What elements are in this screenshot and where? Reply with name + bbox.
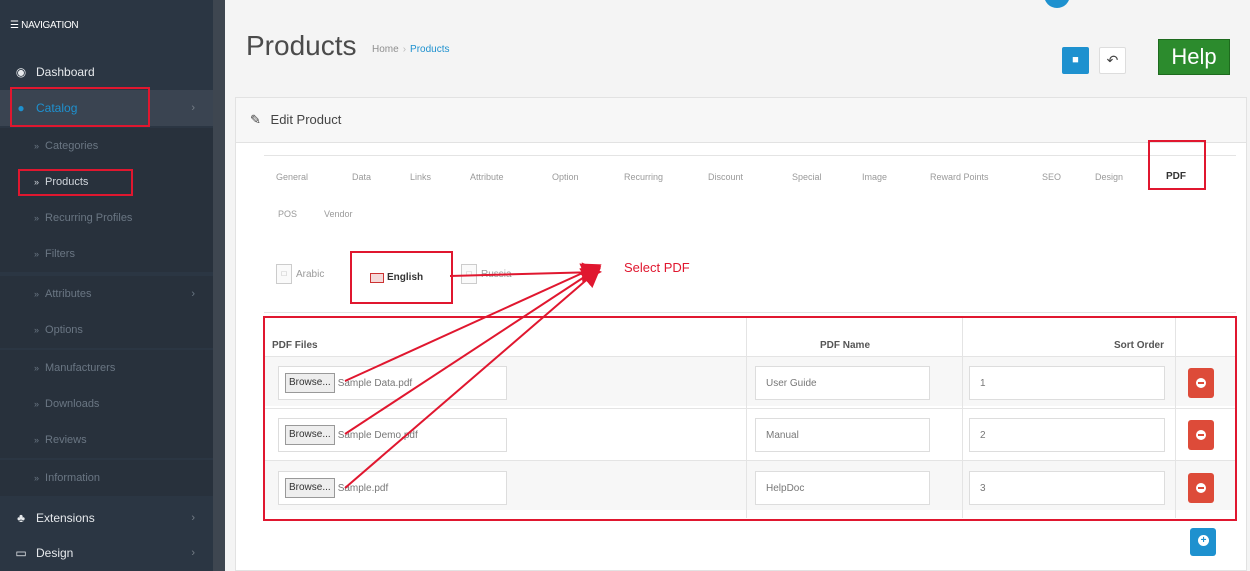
lang-tab-arabic[interactable]: □ Arabic: [276, 264, 324, 284]
add-row-button[interactable]: [1190, 528, 1216, 556]
chevron-right-icon: ›: [191, 547, 195, 559]
double-chevron-icon: »: [34, 399, 40, 409]
double-chevron-icon: »: [34, 473, 40, 483]
chevron-right-icon: ›: [191, 512, 195, 524]
save-icon: ■: [1072, 54, 1079, 66]
tab-divider: [264, 155, 1236, 156]
sidebar-subitem-label: Information: [45, 472, 101, 484]
sidebar-subitem-label: Options: [45, 324, 83, 336]
page-title: Products: [246, 30, 357, 61]
tab-image[interactable]: Image: [862, 172, 887, 182]
tab-discount[interactable]: Discount: [708, 172, 743, 182]
tab-design[interactable]: Design: [1095, 172, 1123, 182]
sidebar-subitem-label: Attributes: [45, 288, 92, 300]
sidebar-subitem-attributes[interactable]: » Attributes ›: [0, 276, 213, 312]
double-chevron-icon: »: [34, 325, 40, 335]
highlight-pdf-table: [263, 316, 1237, 521]
highlight-english-tab: [350, 251, 453, 304]
help-button[interactable]: Help: [1158, 39, 1230, 75]
tab-links[interactable]: Links: [410, 172, 431, 182]
sidebar-item-label: Extensions: [36, 511, 95, 525]
sidebar-subitem-label: Downloads: [45, 398, 100, 410]
monitor-icon: ▭: [15, 546, 27, 560]
highlight-products: [18, 169, 133, 196]
sidebar-item-dashboard[interactable]: ◉ Dashboard: [0, 54, 213, 90]
navigation-heading: ☰ NAVIGATION: [0, 0, 213, 52]
double-chevron-icon: »: [34, 289, 40, 299]
tab-option[interactable]: Option: [552, 172, 579, 182]
double-chevron-icon: »: [34, 249, 40, 259]
breadcrumb-home[interactable]: Home: [372, 44, 399, 55]
menu-icon: ☰: [10, 20, 19, 31]
double-chevron-icon: »: [34, 141, 40, 151]
chevron-right-icon: ›: [191, 102, 195, 114]
tab-attribute[interactable]: Attribute: [470, 172, 504, 182]
sidebar-item-label: Dashboard: [36, 65, 95, 79]
sidebar-subitem-options[interactable]: » Options: [0, 312, 213, 348]
sidebar-scrollbar[interactable]: [213, 0, 225, 571]
back-button[interactable]: ↶: [1099, 47, 1126, 74]
breadcrumb: Home › Products: [372, 44, 450, 55]
tab-pos[interactable]: POS: [278, 209, 297, 219]
chevron-right-icon: ›: [191, 288, 195, 300]
file-icon: □: [276, 264, 292, 284]
sidebar-item-extensions[interactable]: ♣ Extensions ›: [0, 500, 213, 536]
sidebar-subitem-label: Recurring Profiles: [45, 212, 133, 224]
dashboard-icon: ◉: [15, 65, 27, 79]
sidebar-subitem-manufacturers[interactable]: » Manufacturers: [0, 350, 213, 386]
tab-data[interactable]: Data: [352, 172, 371, 182]
sidebar-subitem-label: Categories: [45, 140, 99, 152]
panel-title: Edit Product: [270, 112, 342, 127]
highlight-catalog: [10, 87, 150, 127]
sidebar-subitem-filters[interactable]: » Filters: [0, 236, 213, 272]
sidebar-item-design[interactable]: ▭ Design ›: [0, 535, 213, 571]
top-decoration: [1044, 0, 1070, 8]
lang-tab-label: Russia: [481, 268, 512, 280]
navigation-heading-label: NAVIGATION: [21, 20, 79, 31]
tab-reward-points[interactable]: Reward Points: [930, 172, 989, 182]
lang-tab-russia[interactable]: □ Russia: [461, 264, 512, 284]
sidebar-subitem-categories[interactable]: » Categories: [0, 128, 213, 164]
pencil-icon: ✎: [250, 112, 261, 127]
tab-recurring[interactable]: Recurring: [624, 172, 663, 182]
panel-heading: ✎ Edit Product: [236, 98, 1246, 143]
app-window: ☰ NAVIGATION ◉ Dashboard ● Catalog › » C…: [0, 0, 1250, 571]
sidebar-subitem-label: Manufacturers: [45, 362, 116, 374]
reply-icon: ↶: [1106, 52, 1119, 68]
sidebar-subitem-recurring-profiles[interactable]: » Recurring Profiles: [0, 200, 213, 236]
double-chevron-icon: »: [34, 213, 40, 223]
sidebar-item-label: Design: [36, 546, 74, 560]
sidebar-subitem-label: Filters: [45, 248, 75, 260]
double-chevron-icon: »: [34, 435, 40, 445]
sidebar-subitem-reviews[interactable]: » Reviews: [0, 422, 213, 458]
save-button[interactable]: ■: [1062, 47, 1089, 74]
lang-divider: [264, 312, 1236, 313]
tab-general[interactable]: General: [276, 172, 308, 182]
tab-vendor[interactable]: Vendor: [324, 209, 353, 219]
tab-special[interactable]: Special: [792, 172, 822, 182]
breadcrumb-products[interactable]: Products: [410, 44, 449, 55]
annotation-select-pdf: Select PDF: [624, 260, 690, 275]
sidebar-subitem-label: Reviews: [45, 434, 87, 446]
lang-tab-label: Arabic: [296, 268, 325, 280]
sidebar: ☰ NAVIGATION ◉ Dashboard ● Catalog › » C…: [0, 0, 213, 571]
tab-seo[interactable]: SEO: [1042, 172, 1061, 182]
highlight-pdf-tab: [1148, 140, 1206, 190]
double-chevron-icon: »: [34, 363, 40, 373]
sidebar-subitem-downloads[interactable]: » Downloads: [0, 386, 213, 422]
puzzle-icon: ♣: [17, 511, 25, 525]
file-icon: □: [461, 264, 477, 284]
sidebar-subitem-information[interactable]: » Information: [0, 460, 213, 496]
